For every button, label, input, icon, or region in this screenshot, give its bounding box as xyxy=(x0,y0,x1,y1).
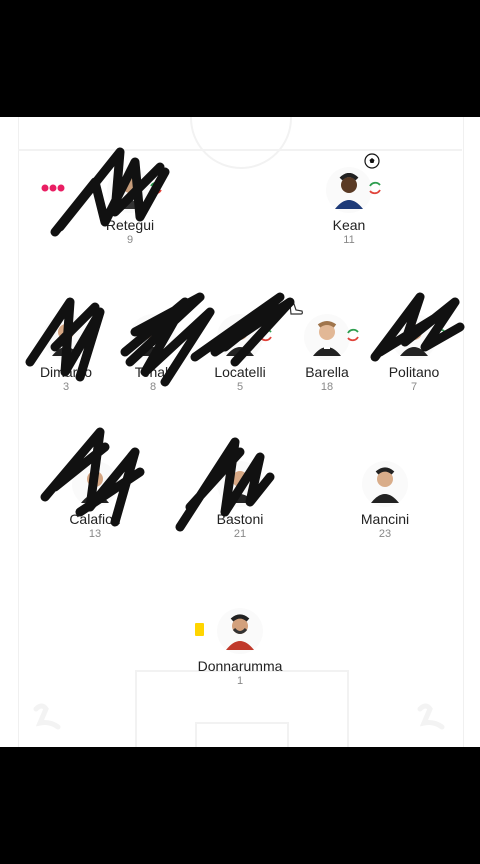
player-avatar xyxy=(43,314,89,360)
substitution-icon xyxy=(434,328,446,342)
goal-box xyxy=(195,722,289,747)
goal-ball-icon xyxy=(364,153,380,169)
player-number: 7 xyxy=(410,381,418,393)
player-avatar xyxy=(217,461,263,507)
player-photo-icon xyxy=(226,614,254,650)
assist-boot-icon xyxy=(289,303,303,315)
substitution-icon xyxy=(150,181,162,195)
player-number: 11 xyxy=(343,234,355,246)
player-number: 9 xyxy=(126,234,134,246)
player-name: Politano xyxy=(388,364,440,380)
player-mancini[interactable]: Mancini 23 xyxy=(325,461,445,540)
lineup-pitch: Retegui 9 Kean 11 Dimarco 3 Tonali 8 Loc… xyxy=(0,117,480,747)
player-avatar xyxy=(41,167,162,213)
player-photo-icon xyxy=(81,471,109,503)
player-bastoni[interactable]: Bastoni 21 xyxy=(180,461,300,540)
player-photo-icon xyxy=(335,173,363,209)
player-avatar xyxy=(326,153,381,213)
player-retegui[interactable]: Retegui 9 xyxy=(41,167,190,246)
player-photo-icon xyxy=(226,324,254,356)
player-avatar xyxy=(72,461,118,507)
player-avatar xyxy=(391,314,446,360)
yellow-card-icon xyxy=(195,623,204,636)
player-name: Retegui xyxy=(105,217,155,233)
player-calafiori[interactable]: Calafiori 13 xyxy=(35,461,155,540)
player-avatar xyxy=(362,461,408,507)
player-photo-icon xyxy=(313,321,341,356)
player-name: Bastoni xyxy=(216,511,264,527)
player-name: Donnarumma xyxy=(197,658,283,674)
player-avatar xyxy=(289,303,359,360)
player-donnarumma[interactable]: Donnarumma 1 xyxy=(180,608,300,687)
player-photo-icon xyxy=(139,324,167,356)
player-number: 21 xyxy=(233,528,247,540)
player-kean[interactable]: Kean 11 xyxy=(289,153,409,246)
player-photo-icon xyxy=(371,467,399,503)
player-avatar xyxy=(130,314,176,360)
player-name: Calafiori xyxy=(69,511,121,527)
player-number: 23 xyxy=(378,528,392,540)
player-photo-icon xyxy=(116,177,144,209)
player-photo-icon xyxy=(400,324,428,356)
player-name: Mancini xyxy=(360,511,410,527)
substitution-icon xyxy=(369,181,381,195)
player-avatar xyxy=(217,314,272,360)
player-number: 1 xyxy=(236,675,244,687)
player-avatar xyxy=(195,608,263,654)
player-photo-icon xyxy=(52,324,80,356)
watermark-logo-icon xyxy=(417,703,445,730)
more-dots-icon[interactable] xyxy=(41,184,69,192)
watermark-logo-icon xyxy=(33,703,61,730)
player-politano[interactable]: Politano 7 xyxy=(354,314,474,393)
player-number: 13 xyxy=(88,528,102,540)
player-name: Kean xyxy=(332,217,366,233)
player-photo-icon xyxy=(226,471,254,503)
